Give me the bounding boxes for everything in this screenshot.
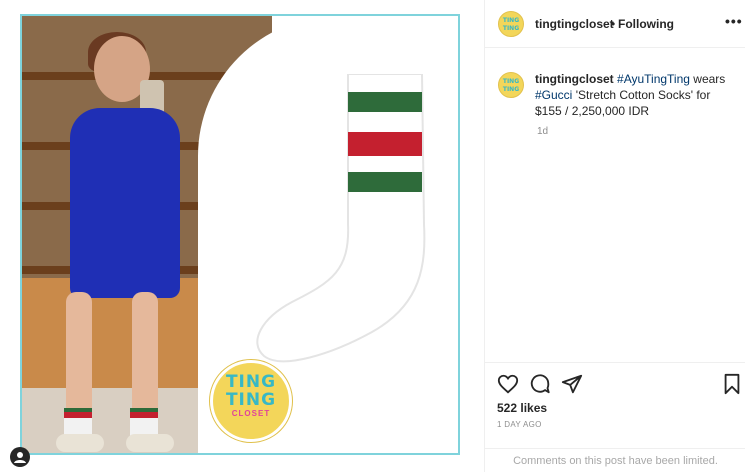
hashtag-gucci[interactable]: #Gucci	[535, 88, 572, 102]
header-separator: •	[611, 17, 616, 31]
bookmark-icon[interactable]	[721, 373, 743, 395]
comment-icon[interactable]	[529, 373, 551, 395]
comments-limited-notice: Comments on this post have been limited.	[485, 448, 745, 467]
post-actions: 522 likes 1 DAY AGO Comments on this pos…	[485, 362, 745, 472]
header-username[interactable]: tingtingcloset	[535, 17, 614, 31]
post-sidebar: TING TING tingtingcloset • Following ••• …	[484, 0, 745, 472]
tingting-closet-logo: TING TING CLOSET	[210, 360, 292, 442]
hashtag-ayutingting[interactable]: #AyuTingTing	[617, 72, 690, 86]
following-button[interactable]: Following	[618, 17, 674, 31]
more-options-icon[interactable]: •••	[725, 13, 743, 29]
post-header: TING TING tingtingcloset • Following •••	[485, 0, 745, 48]
heart-icon[interactable]	[497, 373, 519, 395]
caption-timestamp[interactable]: 1d	[537, 126, 548, 137]
caption-avatar[interactable]: TING TING	[498, 72, 524, 98]
post-caption: tingtingcloset #AyuTingTing wears #Gucci…	[535, 72, 726, 118]
likes-count[interactable]: 522 likes	[497, 401, 547, 415]
post-date[interactable]: 1 DAY AGO	[497, 420, 542, 429]
post-media[interactable]: TING TING CLOSET	[0, 0, 484, 472]
tagged-user-icon[interactable]	[10, 447, 30, 467]
gucci-sock-image	[256, 74, 426, 363]
caption-username[interactable]: tingtingcloset	[535, 72, 614, 86]
share-icon[interactable]	[561, 373, 583, 395]
profile-avatar[interactable]: TING TING	[498, 11, 524, 37]
post-image-frame: TING TING CLOSET	[20, 14, 460, 455]
